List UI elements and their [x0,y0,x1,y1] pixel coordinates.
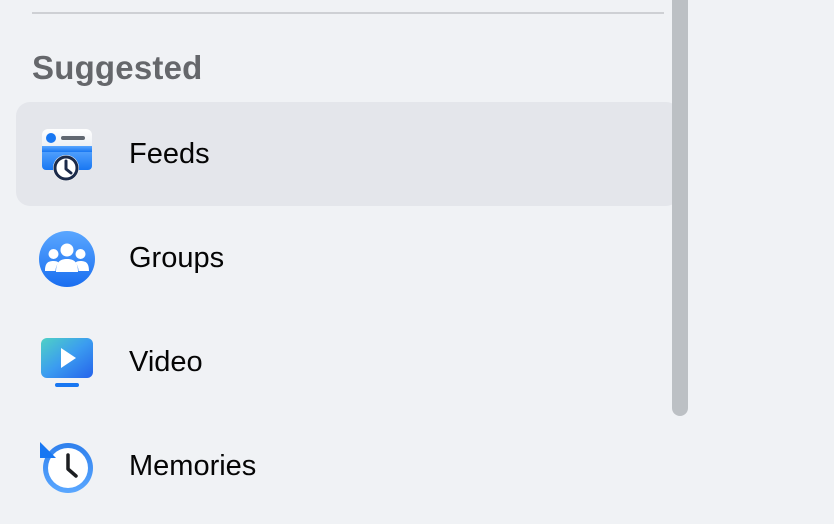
memories-icon [38,438,96,496]
section-title-suggested: Suggested [32,49,203,86]
sidebar-item-video[interactable]: Video [16,310,680,414]
sidebar-scrollbar-thumb[interactable] [672,0,688,416]
sidebar-item-feeds[interactable]: Feeds [16,102,680,206]
sidebar-item-label: Feeds [129,138,210,170]
section-divider [32,12,664,14]
main-content-area [690,0,834,524]
groups-icon [38,230,96,288]
video-icon [38,334,96,392]
sidebar-item-memories[interactable]: Memories [16,414,680,518]
sidebar-item-label: Memories [129,450,257,482]
sidebar: Suggested Feeds Groups Video Memories [0,0,690,524]
sidebar-item-label: Video [129,346,203,378]
feeds-icon [38,126,96,184]
sidebar-item-groups[interactable]: Groups [16,206,680,310]
sidebar-item-label: Groups [129,242,225,274]
suggested-menu: Feeds Groups Video Memories [16,102,680,518]
